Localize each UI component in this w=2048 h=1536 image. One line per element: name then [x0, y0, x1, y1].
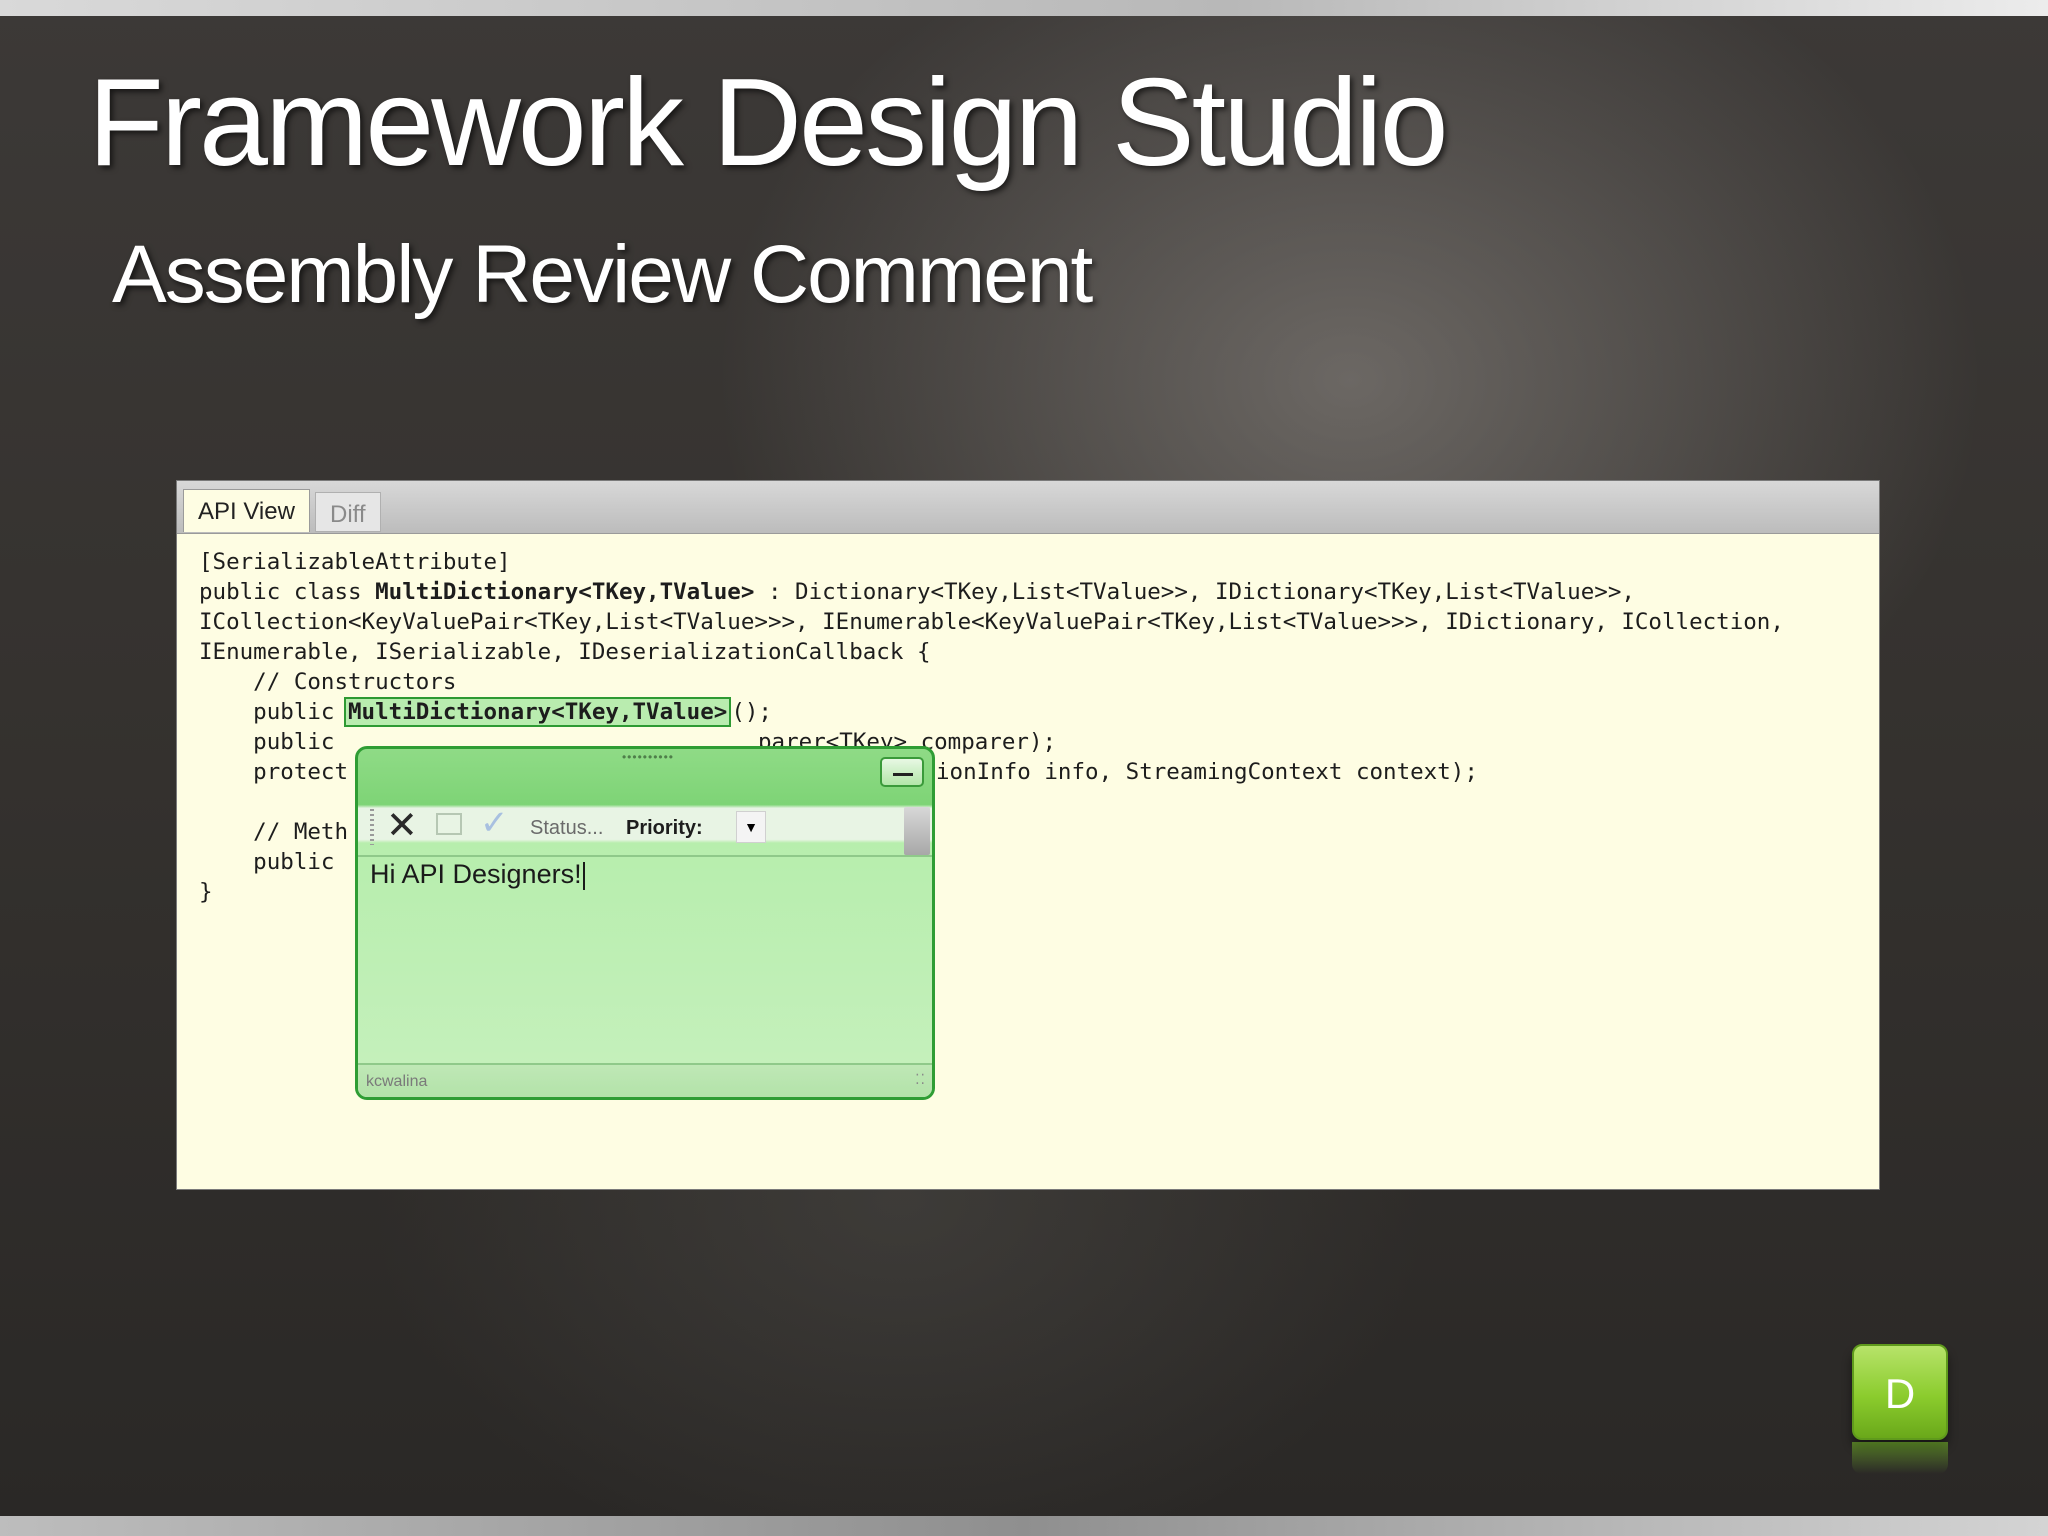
priority-label: Priority:: [626, 817, 703, 839]
dropdown-arrow-icon: ▼: [744, 819, 758, 835]
comment-toolbar: ✕ ✓ Status... Priority: ▼: [358, 799, 932, 857]
text-caret: [582, 861, 585, 890]
toolbar-grip: [370, 809, 374, 845]
code-text: public: [199, 699, 349, 725]
api-review-window: API View Diff [SerializableAttribute] pu…: [176, 480, 1880, 1190]
slide-subtitle: Assembly Review Comment: [112, 229, 1093, 320]
priority-dropdown[interactable]: ▼: [736, 811, 766, 843]
tab-diff[interactable]: Diff: [315, 492, 381, 532]
review-comment-popup[interactable]: •••••••••• ✕ ✓ Status... Priority: ▼ Hi …: [355, 746, 935, 1100]
code-text: public class: [199, 579, 376, 605]
minimize-button[interactable]: [880, 757, 924, 787]
class-name: MultiDictionary<TKey,TValue>: [375, 579, 755, 605]
badge-reflection: [1852, 1442, 1948, 1474]
bottom-rule: [0, 1516, 2048, 1536]
code-line: // Constructors: [199, 669, 457, 695]
scrollbar[interactable]: [904, 807, 930, 855]
minimize-icon: [893, 773, 913, 776]
code-line: [SerializableAttribute]: [199, 549, 511, 575]
code-text: ();: [731, 699, 772, 725]
resize-grip-icon[interactable]: ⁚⁚: [915, 1071, 926, 1088]
code-text: protect: [199, 759, 349, 785]
edit-icon[interactable]: [436, 813, 462, 835]
status-button[interactable]: Status...: [530, 817, 603, 840]
code-text: public: [199, 729, 349, 755]
comment-footer: kcwalina ⁚⁚: [358, 1063, 932, 1097]
code-line: public class MultiDictionary<TKey,TValue…: [199, 577, 1784, 607]
delete-icon[interactable]: ✕: [386, 807, 418, 845]
code-line: public MultiDictionary<TKey,TValue> ();: [199, 697, 1784, 727]
code-text: : Dictionary<TKey,List<TValue>>, IDictio…: [754, 579, 1635, 605]
top-rule: [0, 0, 2048, 16]
author-label: kcwalina: [366, 1073, 428, 1090]
code-line: IEnumerable, ISerializable, IDeserializa…: [199, 639, 931, 665]
slide-badge: D: [1852, 1344, 1948, 1440]
comment-textarea[interactable]: Hi API Designers!: [370, 859, 910, 1055]
commented-member-highlight[interactable]: MultiDictionary<TKey,TValue>: [344, 697, 732, 727]
drag-grip[interactable]: ••••••••••: [608, 751, 688, 763]
code-text: ionInfo info, StreamingContext context);: [936, 759, 1478, 785]
tab-strip: API View Diff: [177, 481, 1879, 534]
slide-title: Framework Design Studio: [88, 54, 1449, 192]
comment-text: Hi API Designers!: [370, 859, 582, 889]
tab-api-view[interactable]: API View: [183, 489, 310, 532]
code-line: ICollection<KeyValuePair<TKey,List<TValu…: [199, 609, 1784, 635]
check-icon[interactable]: ✓: [480, 803, 509, 843]
